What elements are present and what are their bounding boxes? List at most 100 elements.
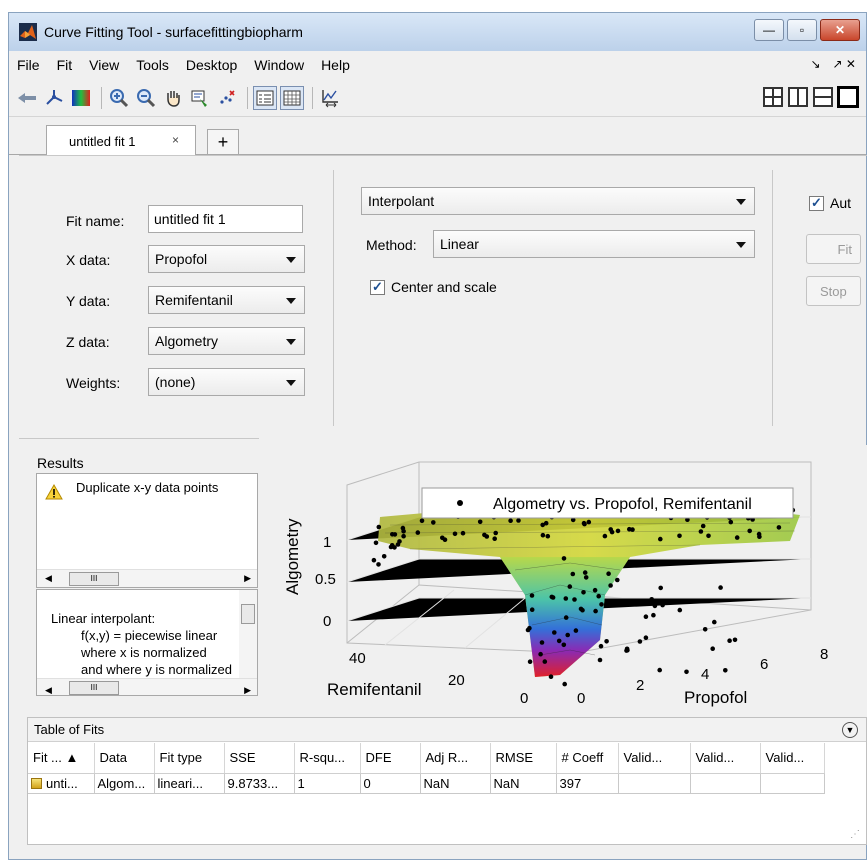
y-tick: 40 (349, 650, 366, 667)
layout-columns-icon[interactable] (788, 87, 808, 107)
column-header[interactable]: DFE (360, 743, 421, 774)
back-arrow-icon[interactable] (15, 86, 39, 110)
data-point (414, 561, 420, 567)
data-point (415, 530, 421, 535)
column-header[interactable]: Data (94, 743, 155, 774)
exclude-outliers-icon[interactable] (215, 86, 239, 110)
scroll-right-icon[interactable]: ▶ (244, 573, 251, 584)
axes-icon[interactable] (42, 86, 66, 110)
menu-window[interactable]: Window (254, 57, 304, 73)
menu-view[interactable]: View (89, 57, 119, 73)
x-tick: 6 (760, 656, 768, 673)
x-tick: 2 (636, 677, 644, 694)
column-header[interactable]: # Coeff (556, 743, 619, 774)
surface-plot-svg[interactable]: Algometry vs. Propofol, Remifentanil Alg… (270, 445, 867, 717)
z-data-select[interactable]: Algometry (148, 327, 305, 355)
tab-close-icon[interactable]: × (172, 133, 179, 147)
dock-icon[interactable]: ↘ (810, 57, 820, 71)
colormap-icon[interactable] (69, 86, 93, 110)
vertical-scrollbar[interactable] (239, 590, 257, 678)
data-cursor-icon[interactable] (188, 86, 212, 110)
fit-type-select[interactable]: Interpolant (361, 187, 755, 215)
data-point (401, 529, 406, 534)
data-point (482, 532, 487, 538)
z-axis-label: Algometry (283, 518, 302, 595)
grid-icon[interactable] (280, 85, 304, 110)
data-point (460, 530, 466, 536)
scroll-left-icon[interactable]: ◀ (45, 573, 52, 584)
data-point (527, 659, 533, 664)
undock-close-icon[interactable]: ↗ ✕ (833, 57, 856, 71)
column-header[interactable]: Fit ... ▲ (28, 743, 95, 774)
collapse-icon[interactable]: ▼ (842, 722, 858, 738)
data-point (710, 646, 715, 651)
data-point (552, 630, 557, 635)
column-header[interactable]: Adj R... (420, 743, 491, 774)
new-fit-tab-button[interactable]: + (207, 129, 239, 155)
scroll-left-icon[interactable]: ◀ (45, 682, 52, 695)
y-data-select[interactable]: Remifentanil (148, 286, 305, 314)
method-select[interactable]: Linear (433, 230, 755, 258)
column-header[interactable]: Valid... (690, 743, 761, 774)
center-scale-checkbox[interactable]: ✓ Center and scale (370, 279, 497, 295)
pan-hand-icon[interactable] (161, 86, 185, 110)
table-cell: 397 (556, 773, 619, 794)
tab-untitled-fit-1[interactable]: untitled fit 1 × (46, 125, 196, 156)
menu-desktop[interactable]: Desktop (186, 57, 237, 73)
layout-single-icon[interactable] (838, 87, 858, 107)
scroll-thumb[interactable]: III (69, 681, 119, 695)
auto-fit-checkbox[interactable]: ✓ Aut (809, 195, 851, 211)
data-point (376, 562, 381, 567)
menu-help[interactable]: Help (321, 57, 350, 73)
horizontal-scrollbar[interactable]: ◀ III ▶ (37, 569, 257, 587)
table-cell (618, 773, 691, 794)
z-tick: 1 (323, 534, 331, 551)
data-point (567, 584, 573, 589)
checkmark-icon: ✓ (370, 279, 385, 295)
scroll-thumb[interactable] (241, 604, 255, 624)
table-cell (690, 773, 761, 794)
stop-button[interactable]: Stop (806, 276, 861, 306)
zoom-in-icon[interactable] (107, 86, 131, 110)
resize-grip-icon[interactable]: ⋰ (850, 829, 860, 840)
weights-select[interactable]: (none) (148, 368, 305, 396)
layout-rows-icon[interactable] (813, 87, 833, 107)
fit-name-field[interactable]: untitled fit 1 (148, 205, 303, 233)
method-value: Linear (440, 236, 479, 252)
column-header[interactable]: Fit type (154, 743, 225, 774)
data-point (572, 597, 577, 602)
data-point (492, 536, 497, 541)
data-point (734, 535, 740, 540)
layout-grid-icon[interactable] (763, 87, 783, 107)
table-cell: NaN (490, 773, 557, 794)
column-header[interactable]: Valid... (618, 743, 691, 774)
minimize-button[interactable]: — (754, 19, 784, 41)
horizontal-scrollbar[interactable]: ◀ III ▶ (37, 678, 257, 695)
fits-table: Fit ... ▲ Data Fit type SSE R-squ... DFE Adj R… (28, 743, 825, 794)
data-point (599, 602, 604, 607)
data-point (658, 585, 663, 591)
zoom-out-icon[interactable] (134, 86, 158, 110)
fit-button[interactable]: Fit (806, 234, 861, 264)
axis-limits-icon[interactable] (318, 86, 342, 110)
legend-icon[interactable] (253, 85, 277, 110)
info-line: where x is normalized (81, 645, 207, 660)
menu-fit[interactable]: Fit (57, 57, 73, 73)
surface-plot[interactable]: Algometry vs. Propofol, Remifentanil Alg… (270, 445, 867, 717)
scroll-right-icon[interactable]: ▶ (244, 682, 251, 695)
x-data-select[interactable]: Propofol (148, 245, 305, 273)
data-point (580, 607, 585, 613)
data-point (545, 533, 551, 539)
table-row[interactable]: unti... Algom... lineari... 9.8733... 1 0 NaN N… (28, 773, 825, 794)
menu-tools[interactable]: Tools (136, 57, 169, 73)
column-header[interactable]: SSE (224, 743, 295, 774)
legend-marker (457, 500, 463, 506)
close-button[interactable]: ✕ (820, 19, 860, 41)
menu-file[interactable]: File (17, 57, 40, 73)
column-header[interactable]: Valid... (760, 743, 825, 774)
maximize-button[interactable]: ▫ (787, 19, 817, 41)
column-header[interactable]: RMSE (490, 743, 557, 774)
column-header[interactable]: R-squ... (294, 743, 361, 774)
title-bar[interactable]: Curve Fitting Tool - surfacefittingbioph… (9, 13, 866, 51)
scroll-thumb[interactable]: III (69, 572, 119, 586)
